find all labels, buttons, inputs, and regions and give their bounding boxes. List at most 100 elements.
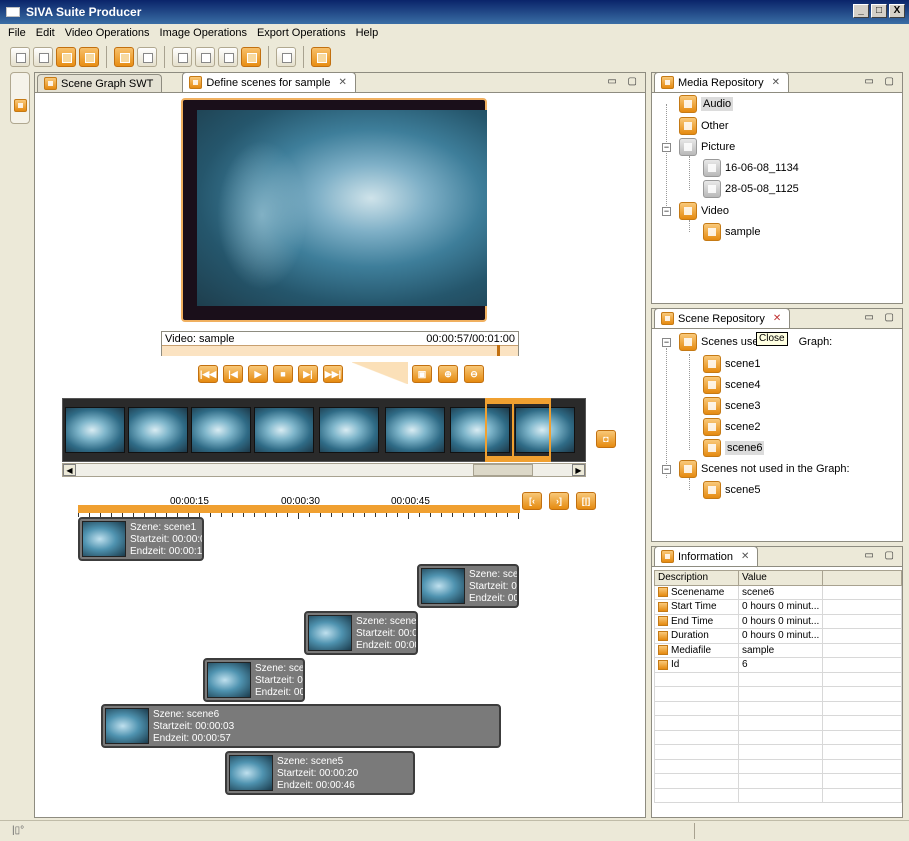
step-forward-button[interactable]: ▶| [298, 365, 318, 383]
scene-block-scene2[interactable]: Szene: scene Startzeit: 00 Endzeit: 00:0 [417, 564, 519, 608]
collapse-icon[interactable]: − [662, 465, 671, 474]
video-seek-knob[interactable] [497, 345, 500, 356]
collapse-icon[interactable]: − [662, 338, 671, 347]
scroll-left-arrow[interactable]: ◀ [63, 464, 76, 476]
minimize-maximize-icon[interactable]: ▭ ▢ [864, 550, 898, 561]
column-header[interactable]: Value [737, 570, 824, 586]
menu-export-operations[interactable]: Export Operations [257, 27, 346, 39]
close-icon[interactable]: ✕ [772, 77, 780, 88]
tab-scene-repository[interactable]: Scene Repository ✕ [654, 308, 791, 328]
minimize-maximize-icon[interactable]: ▭ ▢ [864, 76, 898, 87]
add-media-button[interactable] [114, 47, 134, 67]
preview-button[interactable] [276, 47, 296, 67]
film-frame[interactable] [319, 407, 379, 453]
paste-button[interactable] [195, 47, 215, 67]
film-frame[interactable] [450, 407, 510, 453]
tree-item-picture-2[interactable]: 28-05-08_1125 [703, 180, 799, 198]
tree-item-scene1[interactable]: scene1 [703, 355, 760, 373]
tab-scene-graph-swt[interactable]: Scene Graph SWT [37, 74, 163, 92]
scene-block-scene4[interactable]: Szene: scen Startzeit: 00 Endzeit: 00:( [203, 658, 305, 702]
tree-item-picture-1[interactable]: 16-06-08_1134 [703, 159, 799, 177]
perspective-strip[interactable] [10, 72, 30, 124]
table-row[interactable]: Duration 0 hours 0 minut... [654, 628, 902, 644]
film-frame[interactable] [128, 407, 188, 453]
table-row[interactable]: Start Time 0 hours 0 minut... [654, 599, 902, 615]
skip-back-button[interactable]: |◀◀ [198, 365, 218, 383]
film-frame[interactable] [515, 407, 575, 453]
tree-item-video[interactable]: Video [679, 202, 729, 220]
scene-block-scene1[interactable]: Szene: scene1 Startzeit: 00:00:0 Endzeit… [78, 517, 204, 561]
stop-button[interactable]: ■ [273, 365, 293, 383]
create-scene-button[interactable]: [|] [576, 492, 596, 510]
minimize-button[interactable]: _ [853, 4, 869, 18]
tree-item-sample[interactable]: sample [703, 223, 760, 241]
collapse-icon[interactable]: − [662, 207, 671, 216]
table-row[interactable]: Scenename scene6 [654, 584, 902, 600]
mark-in-button[interactable]: [‹ [522, 492, 542, 510]
filmstrip-scrollbar[interactable]: ◀ ▶ [62, 463, 586, 477]
mark-out-button[interactable]: ›] [549, 492, 569, 510]
menu-file[interactable]: File [8, 27, 26, 39]
tree-item-scene3[interactable]: scene3 [703, 397, 760, 415]
copy-button[interactable] [172, 47, 192, 67]
minimize-maximize-icon[interactable]: ▭ ▢ [864, 312, 898, 323]
filmstrip[interactable] [62, 398, 586, 462]
tree-item-scene5[interactable]: scene5 [703, 481, 760, 499]
menu-help[interactable]: Help [356, 27, 379, 39]
snapshot-button[interactable]: ▣ [412, 365, 432, 383]
video-seek-track[interactable] [162, 345, 518, 356]
tree-item-audio[interactable]: Audio [679, 95, 734, 113]
export-button[interactable] [241, 47, 261, 67]
play-button[interactable]: ▶ [248, 365, 268, 383]
fast-view-icon[interactable]: |▯° [12, 825, 24, 836]
open-project-button[interactable] [33, 47, 53, 67]
capture-frame-button[interactable]: ◘ [596, 430, 616, 448]
save-button[interactable] [56, 47, 76, 67]
tab-information[interactable]: Information ✕ [654, 546, 759, 566]
tree-item-other[interactable]: Other [679, 117, 729, 135]
film-frame[interactable] [254, 407, 314, 453]
minimize-maximize-icon[interactable]: ▭ ▢ [607, 76, 641, 87]
collapse-icon[interactable]: − [662, 143, 671, 152]
scroll-thumb[interactable] [473, 464, 533, 476]
close-button[interactable]: X [889, 4, 905, 18]
menu-video-operations[interactable]: Video Operations [65, 27, 150, 39]
column-header[interactable]: Description [654, 570, 739, 586]
scene-block-scene5[interactable]: Szene: scene5 Startzeit: 00:00:20 Endzei… [225, 751, 415, 795]
menu-edit[interactable]: Edit [36, 27, 55, 39]
maximize-button[interactable]: □ [871, 4, 887, 18]
table-row[interactable]: End Time 0 hours 0 minut... [654, 613, 902, 629]
zoom-out-button[interactable]: ⊖ [464, 365, 484, 383]
tree-item-picture[interactable]: Picture [679, 138, 735, 156]
film-frame[interactable] [191, 407, 251, 453]
step-back-button[interactable]: |◀ [223, 365, 243, 383]
film-frame[interactable] [65, 407, 125, 453]
filmstrip-cursor[interactable] [512, 398, 514, 462]
close-icon[interactable]: ✕ [741, 551, 749, 562]
publish-button[interactable] [311, 47, 331, 67]
tree-item-scene2[interactable]: scene2 [703, 418, 760, 436]
tab-media-repository[interactable]: Media Repository ✕ [654, 72, 789, 92]
menu-image-operations[interactable]: Image Operations [160, 27, 247, 39]
remove-media-button[interactable] [137, 47, 157, 67]
tree-item-scene6[interactable]: scene6 [703, 439, 765, 457]
new-project-button[interactable] [10, 47, 30, 67]
scene-block-scene3[interactable]: Szene: scene3 Startzeit: 00:00 Endzeit: … [304, 611, 418, 655]
tree-item-scenes-not-used[interactable]: Scenes not used in the Graph: [679, 460, 850, 478]
table-row[interactable]: Mediafile sample [654, 642, 902, 658]
table-row[interactable]: Id 6 [654, 657, 902, 673]
close-icon[interactable]: ✕ [338, 77, 346, 88]
volume-slider[interactable] [352, 362, 408, 384]
skip-forward-button[interactable]: ▶▶| [323, 365, 343, 383]
tree-item-scene4[interactable]: scene4 [703, 376, 760, 394]
close-icon[interactable]: ✕ [773, 313, 781, 324]
perspective-icon[interactable] [14, 99, 27, 112]
open-folder-button[interactable] [79, 47, 99, 67]
scene-block-scene6[interactable]: Szene: scene6 Startzeit: 00:00:03 Endzei… [101, 704, 501, 748]
tab-define-scenes[interactable]: Define scenes for sample ✕ [182, 72, 356, 92]
scroll-right-arrow[interactable]: ▶ [572, 464, 585, 476]
duplicate-button[interactable] [218, 47, 238, 67]
video-position-bar[interactable]: Video: sample 00:00:57/00:01:00 [161, 331, 519, 356]
film-frame[interactable] [385, 407, 445, 453]
zoom-in-button[interactable]: ⊕ [438, 365, 458, 383]
